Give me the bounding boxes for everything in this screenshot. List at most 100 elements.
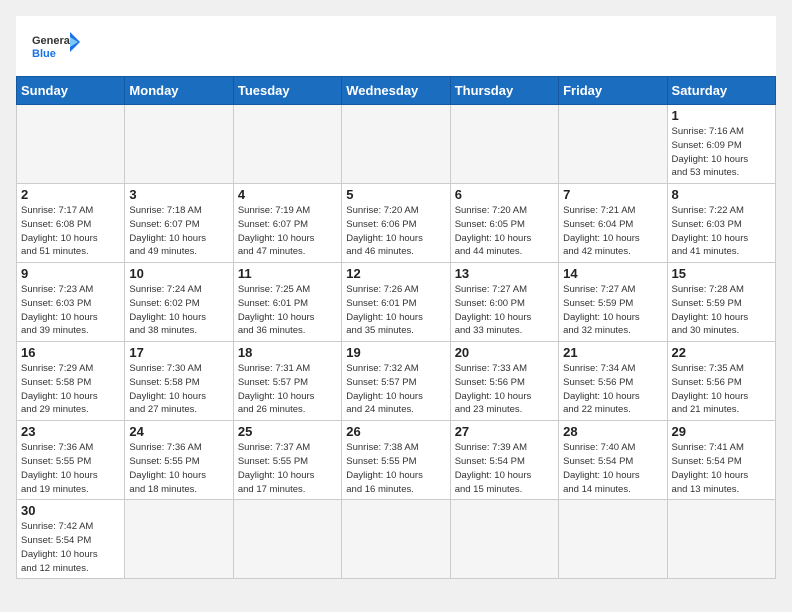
day-cell-empty [125,105,233,184]
weekday-header-sunday: Sunday [17,77,125,105]
day-info: Sunrise: 7:27 AM Sunset: 6:00 PM Dayligh… [455,283,554,338]
day-info: Sunrise: 7:25 AM Sunset: 6:01 PM Dayligh… [238,283,337,338]
day-cell-24: 24Sunrise: 7:36 AM Sunset: 5:55 PM Dayli… [125,421,233,500]
day-cell-11: 11 Sunrise: 7:25 AM Sunset: 6:01 PM Dayli… [233,263,341,342]
day-cell-19: 19Sunrise: 7:32 AM Sunset: 5:57 PM Dayli… [342,342,450,421]
day-cell-15: 15Sunrise: 7:28 AM Sunset: 5:59 PM Dayli… [667,263,775,342]
day-info: Sunrise: 7:41 AM Sunset: 5:54 PM Dayligh… [672,441,771,496]
day-number: 10 [129,266,228,281]
weekday-header-row: SundayMondayTuesdayWednesdayThursdayFrid… [17,77,776,105]
day-info: Sunrise: 7:42 AM Sunset: 5:54 PM Dayligh… [21,520,120,575]
day-number: 3 [129,187,228,202]
day-info: Sunrise: 7:29 AM Sunset: 5:58 PM Dayligh… [21,362,120,417]
day-info: Sunrise: 7:23 AM Sunset: 6:03 PM Dayligh… [21,283,120,338]
day-info: Sunrise: 7:20 AM Sunset: 6:05 PM Dayligh… [455,204,554,259]
day-number: 16 [21,345,120,360]
day-number: 11 [238,266,337,281]
weekday-header-tuesday: Tuesday [233,77,341,105]
day-cell-16: 16 Sunrise: 7:29 AM Sunset: 5:58 PM Dayli… [17,342,125,421]
weekday-header-thursday: Thursday [450,77,558,105]
day-cell-empty [450,500,558,579]
day-number: 26 [346,424,445,439]
day-cell-8: 8Sunrise: 7:22 AM Sunset: 6:03 PM Daylig… [667,184,775,263]
day-cell-12: 12 Sunrise: 7:26 AM Sunset: 6:01 PM Dayli… [342,263,450,342]
day-info: Sunrise: 7:19 AM Sunset: 6:07 PM Dayligh… [238,204,337,259]
day-cell-1: 1 Sunrise: 7:16 AM Sunset: 6:09 PM Daylig… [667,105,775,184]
day-number: 20 [455,345,554,360]
day-cell-10: 10 Sunrise: 7:24 AM Sunset: 6:02 PM Dayli… [125,263,233,342]
day-info: Sunrise: 7:26 AM Sunset: 6:01 PM Dayligh… [346,283,445,338]
day-number: 18 [238,345,337,360]
day-info: Sunrise: 7:40 AM Sunset: 5:54 PM Dayligh… [563,441,662,496]
calendar-row-4: 23 Sunrise: 7:36 AM Sunset: 5:55 PM Dayli… [17,421,776,500]
day-number: 12 [346,266,445,281]
day-number: 29 [672,424,771,439]
calendar-page: General Blue SundayMondayTuesdayWednesda… [16,16,776,579]
day-cell-14: 14 Sunrise: 7:27 AM Sunset: 5:59 PM Dayli… [559,263,667,342]
day-number: 27 [455,424,554,439]
day-cell-3: 3 Sunrise: 7:18 AM Sunset: 6:07 PM Daylig… [125,184,233,263]
day-cell-5: 5Sunrise: 7:20 AM Sunset: 6:06 PM Daylig… [342,184,450,263]
weekday-header-saturday: Saturday [667,77,775,105]
day-info: Sunrise: 7:34 AM Sunset: 5:56 PM Dayligh… [563,362,662,417]
calendar-table: SundayMondayTuesdayWednesdayThursdayFrid… [16,76,776,579]
header: General Blue [16,16,776,76]
day-info: Sunrise: 7:24 AM Sunset: 6:02 PM Dayligh… [129,283,228,338]
day-number: 22 [672,345,771,360]
day-cell-27: 27 Sunrise: 7:39 AM Sunset: 5:54 PM Dayli… [450,421,558,500]
day-cell-25: 25Sunrise: 7:37 AM Sunset: 5:55 PM Dayli… [233,421,341,500]
day-cell-empty [233,500,341,579]
logo: General Blue [32,28,80,68]
calendar-row-2: 9 Sunrise: 7:23 AM Sunset: 6:03 PM Daylig… [17,263,776,342]
day-info: Sunrise: 7:17 AM Sunset: 6:08 PM Dayligh… [21,204,120,259]
day-number: 4 [238,187,337,202]
svg-text:General: General [32,35,73,47]
day-number: 9 [21,266,120,281]
day-info: Sunrise: 7:36 AM Sunset: 5:55 PM Dayligh… [129,441,228,496]
day-number: 14 [563,266,662,281]
day-cell-empty [125,500,233,579]
svg-text:Blue: Blue [32,48,56,60]
day-cell-2: 2 Sunrise: 7:17 AM Sunset: 6:08 PM Daylig… [17,184,125,263]
day-number: 7 [563,187,662,202]
day-info: Sunrise: 7:30 AM Sunset: 5:58 PM Dayligh… [129,362,228,417]
day-cell-7: 7 Sunrise: 7:21 AM Sunset: 6:04 PM Daylig… [559,184,667,263]
day-cell-empty [17,105,125,184]
day-cell-empty [342,500,450,579]
day-info: Sunrise: 7:18 AM Sunset: 6:07 PM Dayligh… [129,204,228,259]
day-info: Sunrise: 7:21 AM Sunset: 6:04 PM Dayligh… [563,204,662,259]
day-cell-21: 21Sunrise: 7:34 AM Sunset: 5:56 PM Dayli… [559,342,667,421]
calendar-row-1: 2 Sunrise: 7:17 AM Sunset: 6:08 PM Daylig… [17,184,776,263]
day-cell-9: 9 Sunrise: 7:23 AM Sunset: 6:03 PM Daylig… [17,263,125,342]
day-info: Sunrise: 7:20 AM Sunset: 6:06 PM Dayligh… [346,204,445,259]
calendar-row-3: 16 Sunrise: 7:29 AM Sunset: 5:58 PM Dayli… [17,342,776,421]
day-number: 15 [672,266,771,281]
day-number: 17 [129,345,228,360]
day-cell-26: 26 Sunrise: 7:38 AM Sunset: 5:55 PM Dayli… [342,421,450,500]
day-cell-empty [342,105,450,184]
day-cell-6: 6Sunrise: 7:20 AM Sunset: 6:05 PM Daylig… [450,184,558,263]
weekday-header-wednesday: Wednesday [342,77,450,105]
weekday-header-monday: Monday [125,77,233,105]
day-info: Sunrise: 7:31 AM Sunset: 5:57 PM Dayligh… [238,362,337,417]
day-info: Sunrise: 7:16 AM Sunset: 6:09 PM Dayligh… [672,125,771,180]
day-cell-30: 30Sunrise: 7:42 AM Sunset: 5:54 PM Dayli… [17,500,125,579]
day-number: 2 [21,187,120,202]
day-cell-18: 18 Sunrise: 7:31 AM Sunset: 5:57 PM Dayli… [233,342,341,421]
day-info: Sunrise: 7:38 AM Sunset: 5:55 PM Dayligh… [346,441,445,496]
day-cell-17: 17 Sunrise: 7:30 AM Sunset: 5:58 PM Dayli… [125,342,233,421]
day-number: 13 [455,266,554,281]
day-cell-empty [667,500,775,579]
day-info: Sunrise: 7:39 AM Sunset: 5:54 PM Dayligh… [455,441,554,496]
day-number: 1 [672,108,771,123]
day-info: Sunrise: 7:27 AM Sunset: 5:59 PM Dayligh… [563,283,662,338]
weekday-header-friday: Friday [559,77,667,105]
logo-svg: General Blue [32,28,80,68]
day-number: 23 [21,424,120,439]
day-info: Sunrise: 7:37 AM Sunset: 5:55 PM Dayligh… [238,441,337,496]
day-number: 28 [563,424,662,439]
day-cell-empty [559,500,667,579]
day-cell-29: 29 Sunrise: 7:41 AM Sunset: 5:54 PM Dayli… [667,421,775,500]
day-cell-28: 28 Sunrise: 7:40 AM Sunset: 5:54 PM Dayli… [559,421,667,500]
calendar-row-5: 30Sunrise: 7:42 AM Sunset: 5:54 PM Dayli… [17,500,776,579]
